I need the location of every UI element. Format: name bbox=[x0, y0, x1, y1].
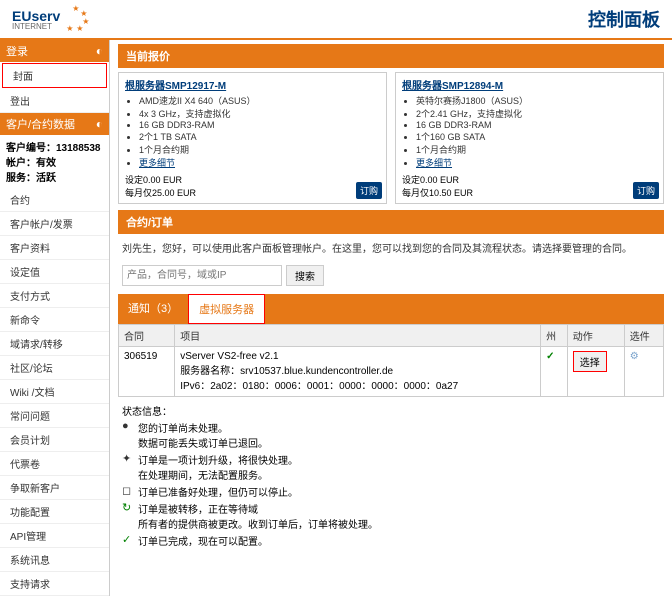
sidebar-item-logout[interactable]: 登出 bbox=[0, 89, 109, 113]
status-icon: ● bbox=[122, 420, 134, 432]
status-row: ✓ 订单已完成，现在可以配置。 bbox=[122, 533, 660, 548]
status-text: 订单已完成，现在可以配置。 bbox=[138, 533, 268, 548]
main-content: 当前报价 根服务器SMP12917-M AMD速龙II X4 640（ASUS）4… bbox=[110, 40, 672, 596]
more-link[interactable]: 更多细节 bbox=[139, 158, 175, 168]
status-row: ● 您的订单尚未处理。数据可能丢失或订单已退回。 bbox=[122, 420, 660, 450]
search-input[interactable] bbox=[122, 265, 282, 286]
order-button[interactable]: 订购 bbox=[633, 182, 659, 199]
sidebar-item[interactable]: 功能配置 bbox=[0, 500, 109, 524]
status-icon: ↻ bbox=[122, 501, 134, 514]
sidebar-item[interactable]: API管理 bbox=[0, 524, 109, 548]
sidebar-item[interactable]: 争取新客户 bbox=[0, 476, 109, 500]
cell-id: 306519 bbox=[119, 347, 175, 397]
select-button[interactable]: 选择 bbox=[573, 351, 607, 372]
offer-title[interactable]: 根服务器SMP12917-M bbox=[125, 77, 380, 92]
sidebar-item[interactable]: Wiki /文档 bbox=[0, 380, 109, 404]
status-text: 订单是一项计划升级，将很快处理。在处理期间，无法配置服务。 bbox=[138, 452, 298, 482]
cell-action: 选择 bbox=[567, 347, 624, 397]
sidebar-item[interactable]: 会员计划 bbox=[0, 428, 109, 452]
gear-icon[interactable]: ⚙ bbox=[630, 351, 639, 362]
status-info: 状态信息： ● 您的订单尚未处理。数据可能丢失或订单已退回。 ✦ 订单是一项计划升级，… bbox=[118, 397, 664, 556]
sidebar-item[interactable]: 系统讯息 bbox=[0, 548, 109, 572]
status-icon: ✓ bbox=[122, 533, 134, 546]
sidebar-item[interactable]: 合约 bbox=[0, 188, 109, 212]
panel-title: 控制面板 bbox=[588, 6, 660, 32]
cell-option: ⚙ bbox=[624, 347, 663, 397]
welcome-text: 刘先生，您好，可以使用此客户面板管理帐户。在这里，您可以找到您的合同及其流程状态… bbox=[118, 234, 664, 261]
offer-card: 根服务器SMP12917-M AMD速龙II X4 640（ASUS）4x 3 G… bbox=[118, 72, 387, 204]
status-icon: ✦ bbox=[122, 452, 134, 465]
status-row: ↻ 订单是被转移，正在等待域所有者的提供商被更改。收到订单后，订单将被处理。 bbox=[122, 501, 660, 531]
sidebar-login-header: 登录 ◐ bbox=[0, 40, 109, 62]
th-state: 州 bbox=[541, 325, 568, 347]
offer-specs: AMD速龙II X4 640（ASUS）4x 3 GHz，支持虚拟化16 GB … bbox=[139, 94, 380, 169]
status-text: 您的订单尚未处理。数据可能丢失或订单已退回。 bbox=[138, 420, 268, 450]
tabs: 通知（3） 虚拟服务器 bbox=[118, 294, 664, 324]
status-row: ✦ 订单是一项计划升级，将很快处理。在处理期间，无法配置服务。 bbox=[122, 452, 660, 482]
sidebar: 登录 ◐ 封面 登出 客户/合约数据 ◐ 客户编号：13188538 帐户：有效… bbox=[0, 40, 110, 596]
cell-item: vServer VS2-free v2.1 服务器名称：srv10537.blu… bbox=[175, 347, 541, 397]
sidebar-item[interactable]: 支持请求 bbox=[0, 572, 109, 596]
collapse-icon[interactable]: ◐ bbox=[96, 117, 103, 131]
more-link[interactable]: 更多细节 bbox=[416, 158, 452, 168]
status-text: 订单是被转移，正在等待域所有者的提供商被更改。收到订单后，订单将被处理。 bbox=[138, 501, 378, 531]
offers-header: 当前报价 bbox=[118, 44, 664, 68]
sidebar-item[interactable]: 客户资料 bbox=[0, 236, 109, 260]
tab-notifications[interactable]: 通知（3） bbox=[118, 294, 188, 324]
sidebar-item-cover[interactable]: 封面 bbox=[2, 63, 107, 88]
app-header: EUserv INTERNET ★ ★ ★ ★ ★ 控制面板 bbox=[0, 0, 672, 40]
offer-card: 根服务器SMP12894-M 英特尔赛扬J1800（ASUS）2个2.41 GHz… bbox=[395, 72, 664, 204]
search-button[interactable]: 搜索 bbox=[286, 265, 324, 286]
sidebar-item[interactable]: 常问问题 bbox=[0, 404, 109, 428]
offer-specs: 英特尔赛扬J1800（ASUS）2个2.41 GHz，支持虚拟化16 GB DD… bbox=[416, 94, 657, 169]
contracts-table: 合同 项目 州 动作 选件 306519 vServer VS2-free v2… bbox=[118, 324, 664, 397]
search-bar: 搜索 bbox=[118, 261, 664, 290]
contracts-header: 合约/订单 bbox=[118, 210, 664, 234]
collapse-icon[interactable]: ◐ bbox=[96, 44, 103, 58]
status-text: 订单已准备好处理，但仍可以停止。 bbox=[138, 484, 298, 499]
order-button[interactable]: 订购 bbox=[356, 182, 382, 199]
sidebar-item[interactable]: 代票卷 bbox=[0, 452, 109, 476]
sidebar-item[interactable]: 设定值 bbox=[0, 260, 109, 284]
sidebar-item[interactable]: 支付方式 bbox=[0, 284, 109, 308]
th-item: 项目 bbox=[175, 325, 541, 347]
check-icon: ✓ bbox=[546, 351, 554, 362]
sidebar-data-header: 客户/合约数据 ◐ bbox=[0, 113, 109, 135]
offer-price: 设定0.00 EUR每月仅25.00 EUR bbox=[125, 173, 380, 199]
customer-info: 客户编号：13188538 帐户：有效 服务：活跃 bbox=[0, 135, 109, 188]
table-row: 306519 vServer VS2-free v2.1 服务器名称：srv10… bbox=[119, 347, 664, 397]
sidebar-item[interactable]: 社区/论坛 bbox=[0, 356, 109, 380]
sidebar-item[interactable]: 新命令 bbox=[0, 308, 109, 332]
stars-icon: ★ ★ ★ ★ ★ bbox=[62, 4, 92, 34]
th-action: 动作 bbox=[567, 325, 624, 347]
status-icon: ◻ bbox=[122, 484, 134, 497]
logo: EUserv INTERNET ★ ★ ★ ★ ★ bbox=[12, 4, 92, 34]
offer-title[interactable]: 根服务器SMP12894-M bbox=[402, 77, 657, 92]
tab-vserver[interactable]: 虚拟服务器 bbox=[188, 294, 265, 324]
th-option: 选件 bbox=[624, 325, 663, 347]
cell-state: ✓ bbox=[541, 347, 568, 397]
status-label: 状态信息： bbox=[122, 403, 660, 418]
status-row: ◻ 订单已准备好处理，但仍可以停止。 bbox=[122, 484, 660, 499]
sidebar-item[interactable]: 客户帐户/发票 bbox=[0, 212, 109, 236]
offer-price: 设定0.00 EUR每月仅10.50 EUR bbox=[402, 173, 657, 199]
th-contract: 合同 bbox=[119, 325, 175, 347]
sidebar-item[interactable]: 域请求/转移 bbox=[0, 332, 109, 356]
